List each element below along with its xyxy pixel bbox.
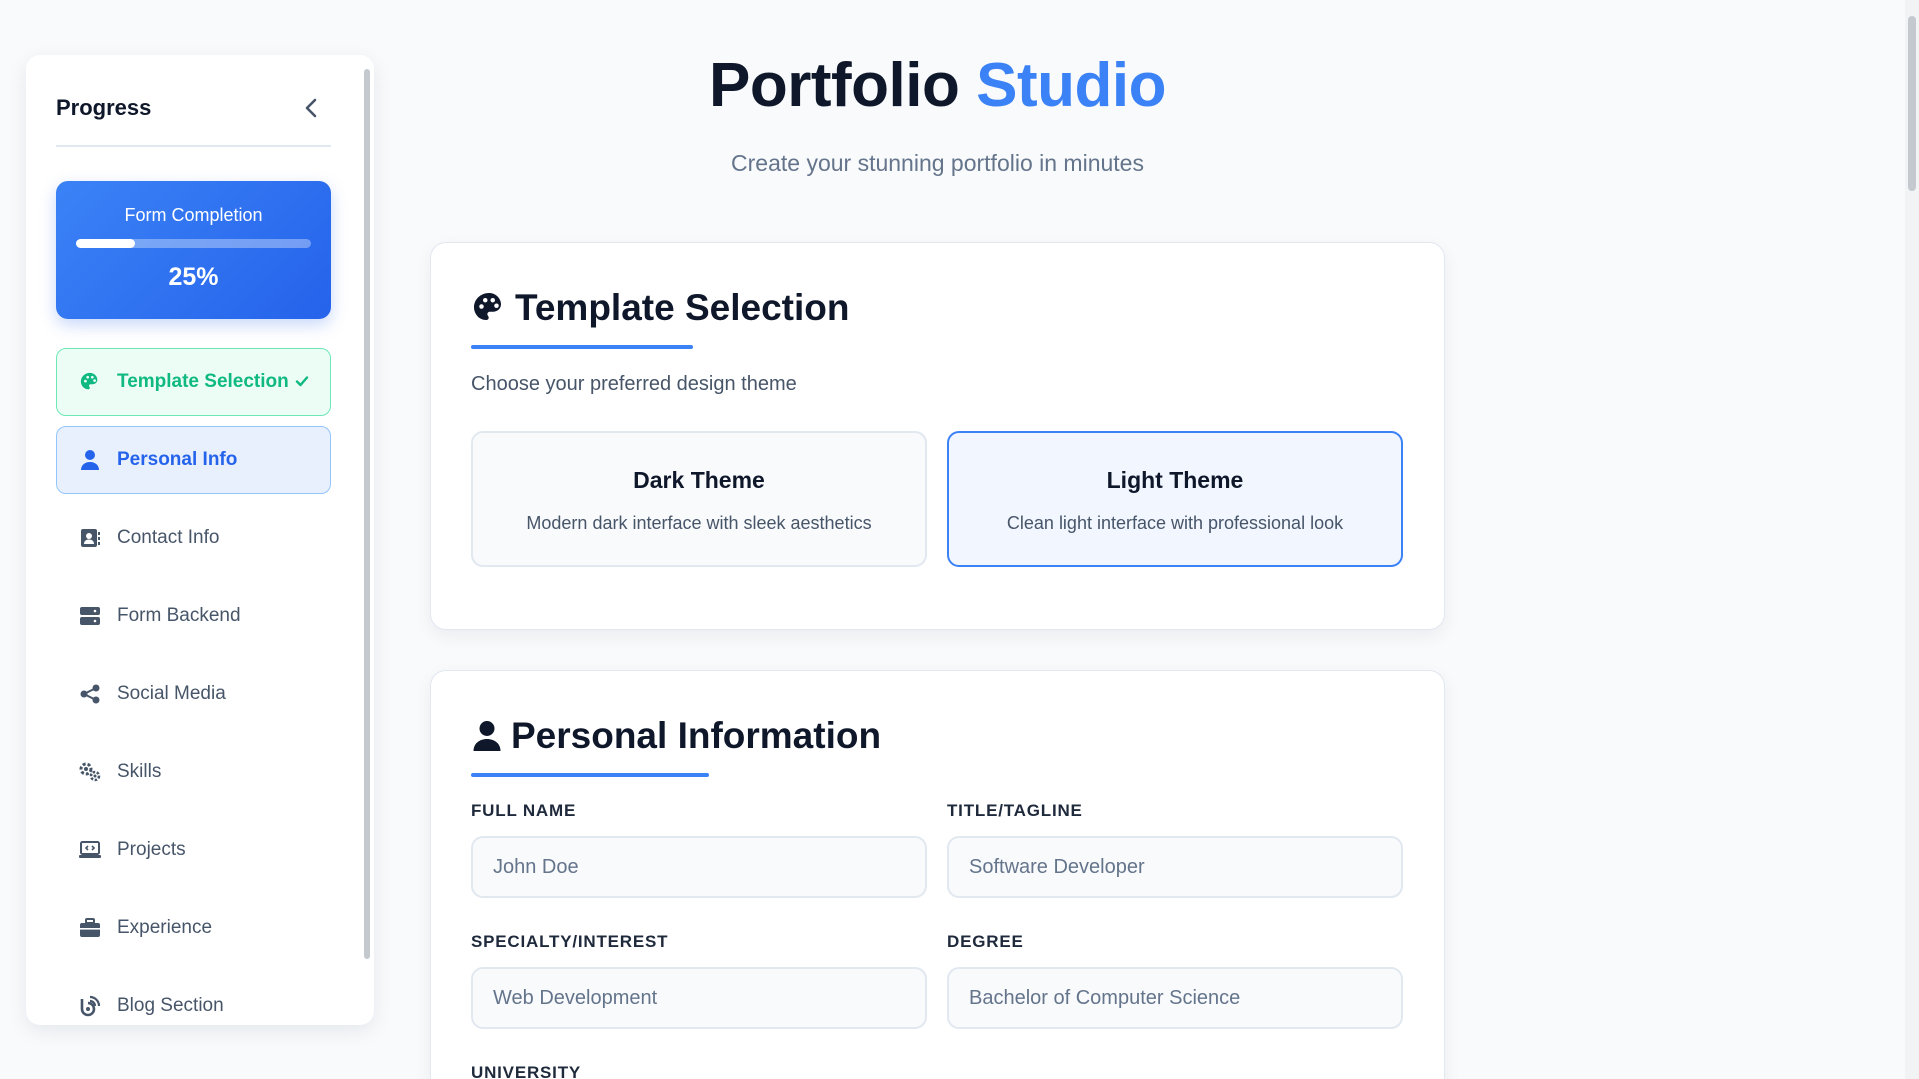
specialty-interest-label: SPECIALTY/INTEREST bbox=[471, 932, 669, 951]
collapse-sidebar-button[interactable] bbox=[299, 95, 325, 121]
user-icon bbox=[77, 447, 103, 473]
theme-description: Clean light interface with professional … bbox=[1006, 513, 1344, 533]
sidebar-header: Progress bbox=[56, 91, 331, 147]
sidebar-item-label: Skills bbox=[117, 761, 162, 782]
chevron-left-icon bbox=[305, 98, 317, 118]
briefcase-icon bbox=[77, 915, 103, 941]
title-tagline-input[interactable] bbox=[947, 836, 1403, 898]
sidebar-item-label: Projects bbox=[117, 839, 186, 860]
share-icon bbox=[77, 681, 103, 707]
progress-bar-fill bbox=[76, 239, 135, 248]
section-title: Personal Information bbox=[511, 715, 882, 756]
palette-icon bbox=[77, 369, 103, 395]
personal-information-heading: Personal Information bbox=[471, 715, 881, 757]
title-main: Portfolio bbox=[709, 51, 960, 120]
sidebar-item-label: Contact Info bbox=[117, 527, 220, 548]
template-selection-heading: Template Selection bbox=[471, 287, 849, 329]
dark-theme-option[interactable]: Dark Theme Modern dark interface with sl… bbox=[471, 431, 927, 567]
section-description: Choose your preferred design theme bbox=[471, 373, 797, 395]
page: Progress Form Completion 25% Template Se… bbox=[0, 0, 1919, 1079]
specialty-interest-input[interactable] bbox=[471, 967, 927, 1029]
sidebar-scrollbar[interactable] bbox=[362, 55, 372, 1025]
full-name-input[interactable] bbox=[471, 836, 927, 898]
laptop-code-icon bbox=[77, 837, 103, 863]
palette-icon bbox=[471, 290, 507, 326]
progress-bar bbox=[76, 239, 311, 248]
sidebar-item-form-backend[interactable]: Form Backend bbox=[56, 582, 331, 650]
degree-input[interactable] bbox=[947, 967, 1403, 1029]
sidebar-item-contact-info[interactable]: Contact Info bbox=[56, 504, 331, 572]
personal-information-card: Personal Information FULL NAME TITLE/TAG… bbox=[430, 670, 1445, 1079]
sidebar-item-label: Blog Section bbox=[117, 995, 224, 1016]
title-tagline-label: TITLE/TAGLINE bbox=[947, 801, 1083, 820]
section-title: Template Selection bbox=[515, 287, 850, 328]
form-completion-label: Form Completion bbox=[124, 205, 263, 225]
check-icon bbox=[294, 373, 310, 395]
sidebar-title: Progress bbox=[56, 95, 152, 120]
title-accent: Studio bbox=[976, 51, 1166, 120]
user-icon bbox=[471, 718, 503, 754]
form-completion-percent: 25% bbox=[168, 263, 219, 291]
light-theme-option[interactable]: Light Theme Clean light interface with p… bbox=[947, 431, 1403, 567]
degree-label: DEGREE bbox=[947, 932, 1024, 951]
section-underline bbox=[471, 345, 693, 349]
sidebar-scrollbar-thumb[interactable] bbox=[364, 69, 370, 959]
sidebar-item-label: Social Media bbox=[117, 683, 226, 704]
page-title: Portfolio Studio bbox=[430, 50, 1445, 121]
form-completion-card: Form Completion 25% bbox=[56, 181, 331, 319]
address-book-icon bbox=[77, 525, 103, 551]
theme-name: Light Theme bbox=[1106, 467, 1244, 493]
server-icon bbox=[77, 603, 103, 629]
gears-icon bbox=[77, 759, 103, 785]
sidebar-item-label: Personal Info bbox=[117, 449, 238, 470]
sidebar-item-label: Form Backend bbox=[117, 605, 241, 626]
sidebar-item-projects[interactable]: Projects bbox=[56, 816, 331, 884]
full-name-label: FULL NAME bbox=[471, 801, 577, 820]
sidebar-item-blog-section[interactable]: Blog Section bbox=[56, 972, 331, 1025]
sidebar-item-label: Template Selection bbox=[117, 371, 289, 392]
blog-icon bbox=[77, 993, 103, 1019]
university-label: UNIVERSITY bbox=[471, 1063, 582, 1079]
theme-description: Modern dark interface with sleek aesthet… bbox=[526, 513, 872, 533]
sidebar-item-skills[interactable]: Skills bbox=[56, 738, 331, 806]
section-nav: Template Selection Personal Info Contact… bbox=[56, 348, 331, 1025]
page-scrollbar[interactable] bbox=[1905, 0, 1919, 1079]
page-subtitle: Create your stunning portfolio in minute… bbox=[731, 150, 1144, 176]
page-scrollbar-thumb[interactable] bbox=[1908, 16, 1916, 191]
progress-sidebar: Progress Form Completion 25% Template Se… bbox=[26, 55, 374, 1025]
sidebar-item-personal-info[interactable]: Personal Info bbox=[56, 426, 331, 494]
sidebar-item-social-media[interactable]: Social Media bbox=[56, 660, 331, 728]
sidebar-item-experience[interactable]: Experience bbox=[56, 894, 331, 962]
theme-name: Dark Theme bbox=[633, 467, 765, 493]
sidebar-item-template-selection[interactable]: Template Selection bbox=[56, 348, 331, 416]
template-selection-card: Template Selection Choose your preferred… bbox=[430, 242, 1445, 630]
section-underline bbox=[471, 773, 709, 777]
sidebar-item-label: Experience bbox=[117, 917, 213, 938]
